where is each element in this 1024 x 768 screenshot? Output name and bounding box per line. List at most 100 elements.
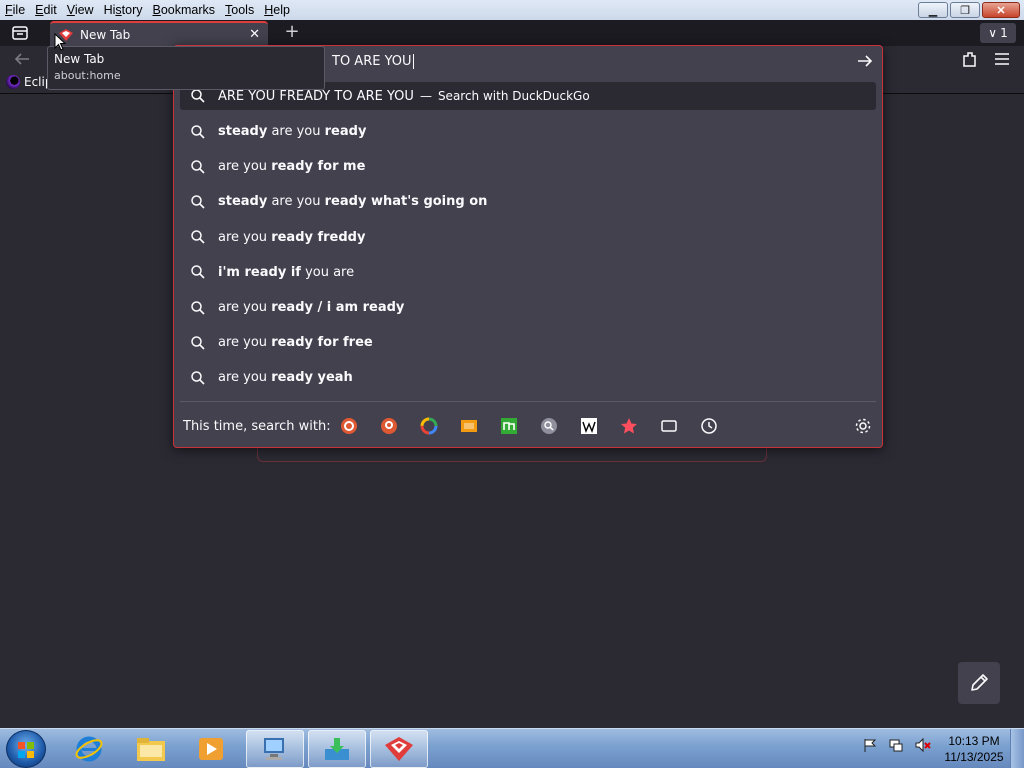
new-tab-button[interactable]: + [282, 23, 302, 42]
tab-title: New Tab [80, 27, 131, 42]
back-arrow-icon[interactable] [12, 50, 32, 68]
google-icon[interactable] [420, 417, 438, 435]
suggestion-match-bold: ready for me [271, 159, 366, 175]
url-input-text: TO ARE YOU [332, 53, 412, 69]
tab-new-tab[interactable]: New Tab ✕ [50, 21, 268, 46]
suggestion-row[interactable]: are you ready for me [180, 149, 876, 184]
one-off-search-bar: This time, search with: [174, 408, 882, 444]
tab-close-icon[interactable]: ✕ [249, 27, 260, 42]
suggestion-row[interactable]: are you ready / i am ready [180, 290, 876, 325]
restore-button[interactable]: ❐ [950, 2, 980, 18]
search-icon [191, 335, 205, 350]
suggestion-match-bold: ready freddy [271, 229, 366, 245]
close-window-button[interactable]: ✕ [982, 2, 1020, 18]
suggestion-text: steady are you ready [218, 124, 366, 139]
suggestion-row[interactable]: steady are you ready what's going on [180, 184, 876, 219]
suggestion-match-bold: steady [218, 124, 268, 140]
suggestions: steady are you ready are you ready for me… [180, 114, 876, 396]
extensions-icon[interactable] [960, 50, 980, 68]
search-icon [191, 371, 205, 385]
tabs-icon[interactable] [660, 417, 678, 435]
suggestion-match-plain: are you [218, 370, 272, 386]
taskbar-file-explorer[interactable] [122, 730, 180, 768]
firefox-view-button[interactable] [8, 23, 32, 43]
history-clock-icon[interactable] [700, 417, 718, 435]
magnifier-engine-icon[interactable] [540, 417, 558, 435]
bookmarks-star-icon[interactable] [620, 417, 638, 435]
chevron-down-icon: ∨ [988, 26, 998, 40]
menu-edit[interactable]: Edit [30, 0, 62, 20]
gear-icon[interactable] [854, 417, 872, 435]
browser-app-icon [385, 737, 413, 761]
duckduckgo-alt-icon[interactable] [380, 417, 398, 435]
mouse-cursor-icon [54, 33, 66, 51]
suggestion-match-plain: are you [267, 124, 325, 140]
clock-date: 11/13/2025 [944, 750, 1004, 764]
taskbar-browser[interactable] [370, 730, 428, 768]
show-desktop-button[interactable] [1010, 729, 1024, 768]
suggestion-text: are you ready freddy [218, 230, 365, 245]
taskbar: 10:13 PM 11/13/2025 [0, 728, 1024, 768]
taskbar-internet-explorer[interactable] [60, 730, 118, 768]
restore-icon: ❐ [960, 4, 970, 17]
menu-file[interactable]: File [0, 0, 30, 20]
computer-icon [264, 738, 284, 760]
m-search-icon[interactable] [500, 417, 518, 435]
network-icon[interactable] [888, 737, 904, 753]
tooltip-url: about:home [54, 69, 121, 82]
menu-bookmarks[interactable]: Bookmarks [148, 0, 221, 20]
suggestion-match-plain: are you [218, 229, 272, 245]
suggestion-text: are you ready for me [218, 159, 365, 174]
window-controls: ▁ ❐ ✕ [918, 2, 1020, 18]
menu-tools[interactable]: Tools [220, 0, 259, 20]
suggestion-row[interactable]: steady are you ready [180, 114, 876, 149]
firefox-view-icon [12, 26, 28, 40]
suggestion-match-bold: steady [218, 194, 268, 210]
edit-pencil-button[interactable] [958, 662, 1000, 704]
menu-help[interactable]: Help [259, 0, 295, 20]
search-icon [191, 300, 205, 315]
suggestion-row[interactable]: are you ready yeah [180, 360, 876, 395]
taskbar-remote-desktop[interactable] [246, 730, 304, 768]
search-icon [191, 195, 205, 209]
system-clock[interactable]: 10:13 PM 11/13/2025 [938, 733, 1010, 765]
suggestion-text: i'm ready if you are [218, 265, 354, 280]
suggestion-match-bold: ready for free [271, 335, 373, 351]
wikipedia-icon[interactable] [580, 417, 598, 435]
menu-view[interactable]: View [62, 0, 99, 20]
eclipse-favicon-icon [6, 75, 20, 89]
search-icon [191, 124, 205, 139]
suggestion-match-bold: ready what's going on [324, 194, 488, 210]
internet-explorer-icon [75, 736, 103, 762]
suggestion-row[interactable]: i'm ready if you are [180, 255, 876, 290]
bookmark-eclipse[interactable]: Eclip [6, 75, 52, 89]
taskbar-media-player[interactable] [182, 730, 240, 768]
folder-icon [137, 738, 165, 761]
suggestion-match-plain: you are [300, 264, 355, 280]
taskbar-download-app[interactable] [308, 730, 366, 768]
menu-history[interactable]: History [99, 0, 148, 20]
heuristic-action: Search with DuckDuckGo [437, 89, 590, 103]
speaker-muted-icon[interactable] [914, 737, 932, 753]
url-bar-popup: TO ARE YOU ARE YOU FREADY TO ARE YOU — S… [173, 45, 883, 448]
text-caret [412, 53, 414, 69]
suggestion-match-plain: are you [218, 335, 272, 351]
suggestion-row[interactable]: are you ready for free [180, 325, 876, 360]
media-player-icon [199, 738, 223, 760]
tab-count: 1 [1000, 26, 1008, 40]
start-button[interactable] [6, 730, 46, 768]
search-icon [191, 160, 205, 174]
duckduckgo-icon[interactable] [340, 417, 358, 435]
search-card-edge [257, 448, 767, 462]
minimize-button[interactable]: ▁ [918, 2, 948, 18]
flag-icon[interactable] [862, 737, 878, 753]
download-icon [325, 738, 349, 760]
list-all-tabs-button[interactable]: ∨ 1 [980, 23, 1016, 43]
hamburger-menu-icon[interactable] [992, 50, 1012, 68]
suggestion-match-bold: i'm ready if [218, 264, 301, 280]
go-arrow-icon[interactable] [856, 52, 874, 70]
suggestion-match-bold: ready [324, 124, 367, 140]
mg-icon[interactable] [460, 417, 478, 435]
suggestion-row[interactable]: are you ready freddy [180, 220, 876, 255]
suggestion-match-bold: ready / i am ready [271, 300, 405, 316]
